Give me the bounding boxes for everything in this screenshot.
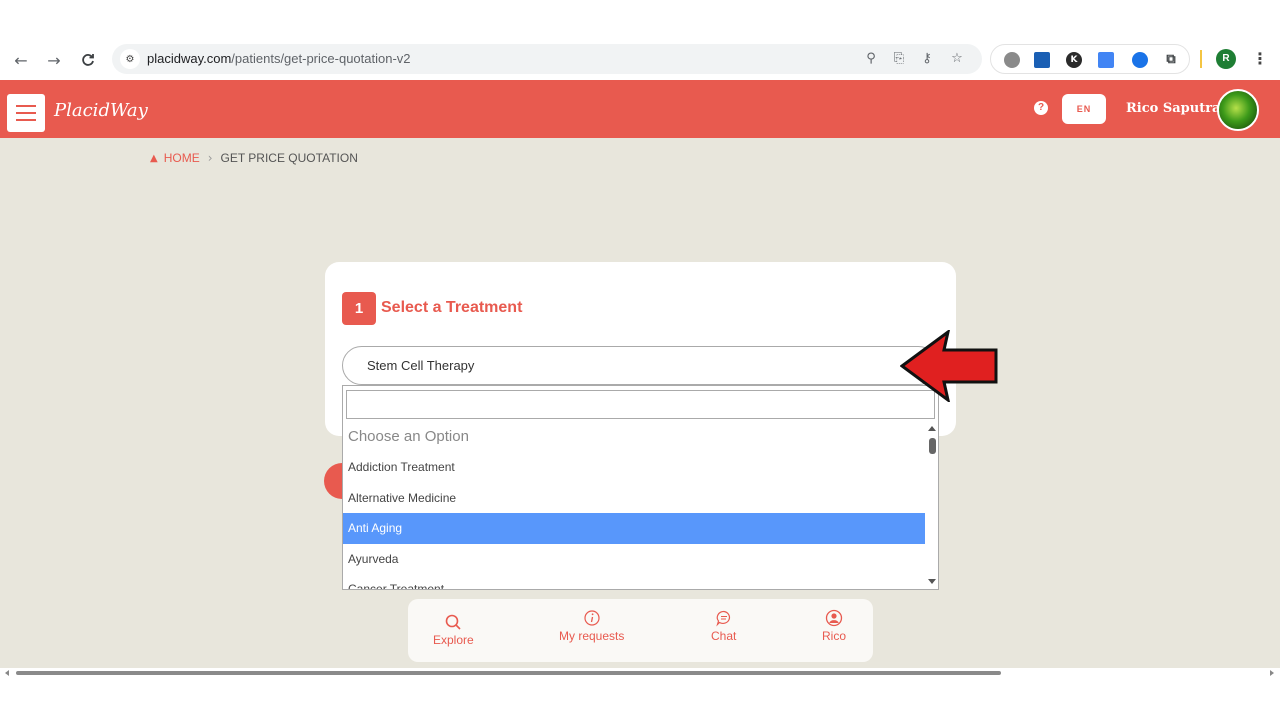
forward-icon[interactable]: → (44, 50, 64, 70)
toolbar-divider (1200, 50, 1202, 68)
help-icon[interactable]: ? (1034, 101, 1048, 115)
nav-my-requests[interactable]: My requests (559, 609, 624, 643)
nav-chat-label: Chat (711, 629, 737, 643)
profile-avatar[interactable]: R (1216, 49, 1236, 69)
hamburger-line (16, 105, 36, 107)
user-name[interactable]: Rico Saputra (1126, 101, 1221, 116)
nav-explore[interactable]: Explore (433, 613, 474, 647)
dropdown-option[interactable]: Addiction Treatment (343, 452, 925, 482)
treatment-select[interactable]: Stem Cell Therapy (342, 346, 938, 385)
translate-extension-icon[interactable] (1098, 52, 1114, 68)
horizontal-scrollbar-thumb[interactable] (16, 671, 1001, 675)
password-key-icon[interactable]: ⚷ (918, 51, 936, 69)
page-horizontal-scrollbar[interactable] (0, 668, 1280, 677)
hamburger-line (16, 119, 36, 121)
dropdown-option[interactable]: Ayurveda (343, 544, 925, 574)
zoom-icon[interactable]: ⚲ (862, 51, 880, 69)
dropdown-options-list: Choose an Option Addiction Treatment Alt… (343, 422, 925, 589)
dropdown-option[interactable]: Choose an Option (343, 422, 925, 452)
k-extension-icon[interactable]: K (1066, 52, 1082, 68)
red-annotation-arrow-icon (900, 330, 998, 402)
scroll-up-icon[interactable] (928, 426, 936, 431)
nav-my-requests-label: My requests (559, 629, 625, 643)
treatment-dropdown: Choose an Option Addiction Treatment Alt… (342, 385, 939, 590)
scroll-down-icon[interactable] (928, 579, 936, 584)
info-icon (584, 610, 600, 626)
address-bar[interactable]: ⚙ placidway.com/patients/get-price-quota… (112, 44, 982, 74)
user-avatar[interactable] (1217, 89, 1259, 131)
breadcrumb: ▲ HOME › GET PRICE QUOTATION (150, 151, 358, 165)
user-icon (825, 609, 843, 627)
browser-menu-icon[interactable]: ⋮ (1252, 48, 1268, 70)
dropdown-option-highlighted[interactable]: Anti Aging (343, 513, 925, 544)
chevron-right-icon: › (207, 151, 213, 165)
reload-icon[interactable] (78, 50, 98, 70)
step-title: Select a Treatment (381, 299, 523, 316)
dropdown-scrollbar[interactable] (926, 422, 938, 589)
dropdown-option[interactable]: Cancer Treatment (343, 574, 925, 589)
globe-extension-icon[interactable] (1004, 52, 1020, 68)
hamburger-line (16, 112, 36, 114)
nav-explore-label: Explore (433, 633, 474, 647)
triangle-extension-icon[interactable] (1132, 52, 1148, 68)
breadcrumb-home-link[interactable]: HOME (164, 151, 200, 165)
dropdown-search-input[interactable] (346, 390, 935, 419)
language-button[interactable]: EN (1062, 94, 1106, 124)
home-icon: ▲ (150, 152, 158, 164)
url-host: placidway.com (147, 51, 232, 66)
bookmark-star-icon[interactable]: ☆ (948, 51, 966, 69)
scrollbar-thumb[interactable] (929, 438, 936, 454)
breadcrumb-current: GET PRICE QUOTATION (220, 151, 358, 165)
hamburger-menu-button[interactable] (7, 94, 45, 132)
site-info-icon[interactable]: ⚙ (120, 49, 140, 69)
scroll-right-icon[interactable] (1270, 670, 1274, 676)
search-icon (446, 614, 461, 630)
url-path: /patients/get-price-quotation-v2 (231, 51, 411, 66)
nav-profile-label: Rico (822, 629, 847, 643)
chat-icon (715, 610, 730, 627)
step-number-badge: 1 (342, 292, 376, 325)
url-text[interactable]: placidway.com/patients/get-price-quotati… (147, 51, 411, 66)
extensions-group: K ⧉ (990, 44, 1190, 74)
placidway-logo[interactable]: PlacidWay (54, 96, 148, 126)
nav-chat[interactable]: Chat (711, 609, 736, 643)
scroll-left-icon[interactable] (5, 670, 9, 676)
selected-treatment: Stem Cell Therapy (367, 358, 475, 373)
pen-extension-icon[interactable] (1034, 52, 1050, 68)
back-icon[interactable]: ← (11, 50, 31, 70)
puzzle-extension-icon[interactable]: ⧉ (1163, 52, 1179, 68)
install-app-icon[interactable]: ⎘ (890, 51, 908, 69)
nav-profile[interactable]: Rico (822, 609, 846, 643)
browser-tab-strip (0, 0, 1280, 40)
dropdown-option[interactable]: Alternative Medicine (343, 483, 925, 513)
bottom-navigation: Explore My requests Chat Rico (408, 599, 873, 662)
